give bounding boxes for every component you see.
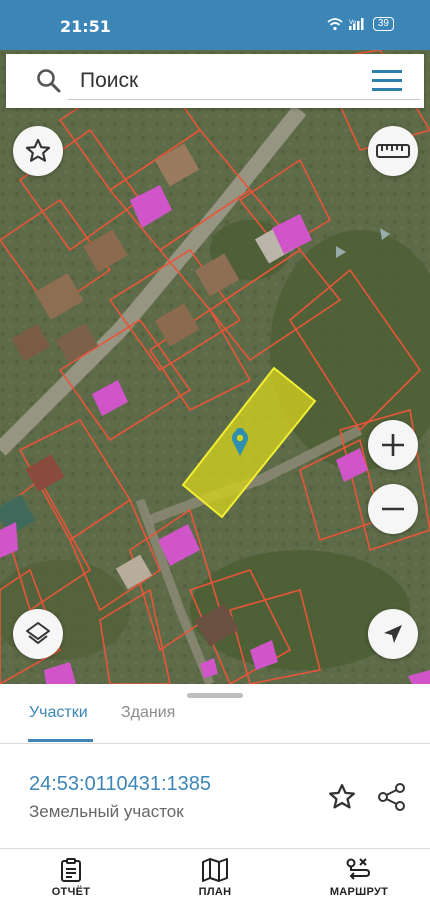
status-time: 21:51 [60,17,111,36]
clipboard-icon [61,858,81,882]
tab-parcels[interactable]: Участки [29,704,88,722]
menu-icon[interactable] [372,69,402,93]
tab-buildings[interactable]: Здания [121,704,175,722]
bottom-nav: ОТЧЁТ ПЛАН МАРШРУТ [0,848,430,900]
nav-route-label: МАРШРУТ [329,886,389,898]
ruler-button[interactable] [368,126,418,176]
zoom-out-button[interactable] [368,484,418,534]
satellite-map [0,50,430,684]
active-tab-indicator [28,739,93,742]
status-icons: Vo 39 [327,17,394,31]
share-icon[interactable] [377,782,407,812]
search-icon[interactable] [36,68,62,94]
map-view[interactable] [0,50,430,684]
plus-icon [382,434,404,456]
battery-icon: 39 [372,17,394,31]
layers-icon [26,622,50,644]
minus-icon [382,507,404,511]
nav-plan-label: ПЛАН [198,886,232,898]
cadastral-number[interactable]: 24:53:0110431:1385 [29,773,211,796]
search-input[interactable] [68,62,420,100]
favorite-map-button[interactable] [13,126,63,176]
nav-report[interactable]: ОТЧЁТ [16,849,126,900]
star-icon[interactable] [327,782,357,812]
search-bar [6,54,424,108]
navigation-arrow-icon [384,625,402,643]
status-bar: 21:51 Vo 39 [0,0,430,50]
parcel-type: Земельный участок [29,802,184,821]
nav-route[interactable]: МАРШРУТ [304,849,414,900]
wifi-icon [327,18,343,31]
my-location-button[interactable] [368,609,418,659]
zoom-in-button[interactable] [368,420,418,470]
nav-plan[interactable]: ПЛАН [160,849,270,900]
sheet-drag-handle[interactable] [187,693,243,698]
route-icon [346,858,371,880]
nav-report-label: ОТЧЁТ [51,886,91,898]
map-icon [202,858,228,882]
signal-icon: Vo [348,18,364,30]
layers-button[interactable] [13,609,63,659]
ruler-icon [376,144,410,158]
star-icon [25,138,51,162]
